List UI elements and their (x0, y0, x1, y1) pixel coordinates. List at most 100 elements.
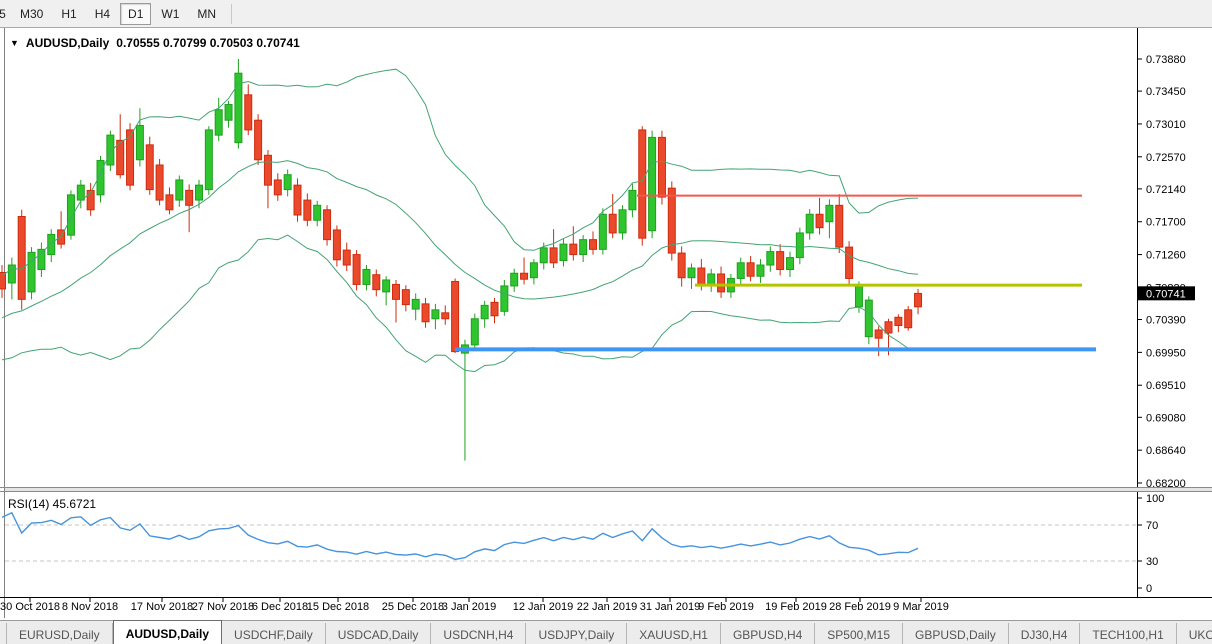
candle-body (353, 255, 360, 285)
rsi-scale-label: 100 (1146, 493, 1164, 505)
candle-body (570, 244, 577, 254)
candle-body (796, 233, 803, 258)
candle-body (511, 273, 518, 286)
price-tick-label: 0.70390 (1146, 315, 1186, 327)
chart-tab-gbpusd-h4[interactable]: GBPUSD,H4 (721, 623, 815, 644)
candle-body (38, 249, 45, 269)
candle-body (855, 285, 862, 307)
candle-body (442, 313, 449, 319)
candle-body (787, 258, 794, 270)
rsi-scale-label: 30 (1146, 556, 1158, 568)
price-tick-label: 0.69950 (1146, 347, 1186, 359)
candle-body (649, 137, 656, 230)
candle-body (18, 217, 25, 300)
date-tick-label: 22 Jan 2019 (577, 601, 638, 613)
price-tick-label: 0.69510 (1146, 380, 1186, 392)
candle-body (412, 299, 419, 309)
chart-canvas[interactable]: 0.738800.734500.730100.725700.721400.717… (0, 28, 1212, 620)
candle-body (48, 234, 55, 254)
price-tick-label: 0.73880 (1146, 54, 1186, 66)
candle-body (836, 205, 843, 247)
chart-tab-xauusd-h1[interactable]: XAUUSD,H1 (627, 623, 721, 644)
candle-body (777, 252, 784, 270)
candle-body (619, 210, 626, 233)
date-tick-label: 9 Feb 2019 (698, 601, 754, 613)
chart-tab-usdcad-daily[interactable]: USDCAD,Daily (326, 623, 432, 644)
candle-body (757, 265, 764, 276)
candle-body (117, 140, 124, 174)
candle-body (333, 230, 340, 260)
candle-body (383, 280, 390, 292)
price-tick-label: 0.69080 (1146, 412, 1186, 424)
candle-body (166, 195, 173, 210)
rsi-indicator-label: RSI(14) 45.6721 (8, 497, 96, 511)
chart-tab-bar: EURUSD,DailyAUDUSD,DailyUSDCHF,DailyUSDC… (0, 620, 1212, 644)
candle-body (245, 95, 252, 130)
timeframe-button-mn[interactable]: MN (189, 3, 224, 25)
price-tick-label: 0.73450 (1146, 86, 1186, 98)
price-tick-label: 0.72140 (1146, 184, 1186, 196)
candle-body (737, 263, 744, 279)
candle-body (580, 240, 587, 255)
chart-tab-gbpusd-daily[interactable]: GBPUSD,Daily (903, 623, 1009, 644)
candle-body (452, 281, 459, 351)
date-tick-label: 19 Feb 2019 (765, 601, 827, 613)
date-tick-label: 3 Jan 2019 (442, 601, 496, 613)
current-price-badge-text: 0.70741 (1146, 288, 1186, 300)
chart-tab-usdchf-daily[interactable]: USDCHF,Daily (222, 623, 326, 644)
price-tick-label: 0.72570 (1146, 152, 1186, 164)
candle-body (521, 273, 528, 279)
symbol-dropdown-icon[interactable]: ▼ (10, 38, 19, 48)
candle-body (501, 286, 508, 311)
candle-body (658, 137, 665, 197)
candle-body (294, 185, 301, 215)
candle-body (186, 190, 193, 205)
timeframe-button-h1[interactable]: H1 (53, 3, 84, 25)
candle-body (8, 265, 15, 283)
candle-body (481, 305, 488, 318)
candle-body (28, 252, 35, 292)
candle-body (560, 244, 567, 260)
candle-body (688, 268, 695, 278)
timeframe-button-d1[interactable]: D1 (120, 3, 151, 25)
chart-tab-sp500-m15[interactable]: SP500,M15 (815, 623, 903, 644)
candle-body (609, 214, 616, 233)
candle-body (846, 247, 853, 278)
candle-body (215, 110, 222, 135)
chart-tab-audusd-daily[interactable]: AUDUSD,Daily (113, 620, 222, 644)
chart-tab-usdjpy-daily[interactable]: USDJPY,Daily (526, 623, 627, 644)
candle-body (491, 302, 498, 315)
timeframe-button-m30[interactable]: M30 (12, 3, 51, 25)
candle-body (156, 165, 163, 200)
date-tick-label: 27 Nov 2018 (192, 601, 254, 613)
candle-body (304, 200, 311, 220)
candle-body (530, 263, 537, 278)
timeframe-button-w1[interactable]: W1 (153, 3, 187, 25)
candle-body (196, 185, 203, 200)
chart-tab-eurusd-daily[interactable]: EURUSD,Daily (6, 623, 113, 644)
date-tick-label: 17 Nov 2018 (131, 601, 193, 613)
price-tick-label: 0.71260 (1146, 250, 1186, 262)
chart-tab-usdcnh-h4[interactable]: USDCNH,H4 (431, 623, 526, 644)
date-tick-label: 30 Oct 2018 (0, 601, 60, 613)
candle-body (136, 125, 143, 159)
date-tick-label: 28 Feb 2019 (829, 601, 891, 613)
candle-body (87, 190, 94, 209)
chart-tab-ukc[interactable]: UKC (1177, 623, 1212, 644)
candle-body (678, 253, 685, 278)
candle-body (274, 180, 281, 195)
candle-body (708, 274, 715, 284)
candle-body (639, 130, 646, 238)
candle-body (363, 270, 370, 285)
toolbar-separator (231, 4, 232, 24)
timeframe-toolbar: 5M30H1H4D1W1MN (0, 0, 1212, 28)
candle-body (590, 240, 597, 250)
timeframe-button-5[interactable]: 5 (0, 3, 10, 25)
candle-body (767, 252, 774, 265)
chart-ohlc-title: ▼ AUDUSD,Daily 0.70555 0.70799 0.70503 0… (10, 36, 300, 50)
candle-body (816, 214, 823, 227)
chart-tab-tech100-h1[interactable]: TECH100,H1 (1080, 623, 1176, 644)
timeframe-button-h4[interactable]: H4 (87, 3, 118, 25)
price-tick-label: 0.71700 (1146, 217, 1186, 229)
chart-tab-dj30-h4[interactable]: DJ30,H4 (1009, 623, 1081, 644)
